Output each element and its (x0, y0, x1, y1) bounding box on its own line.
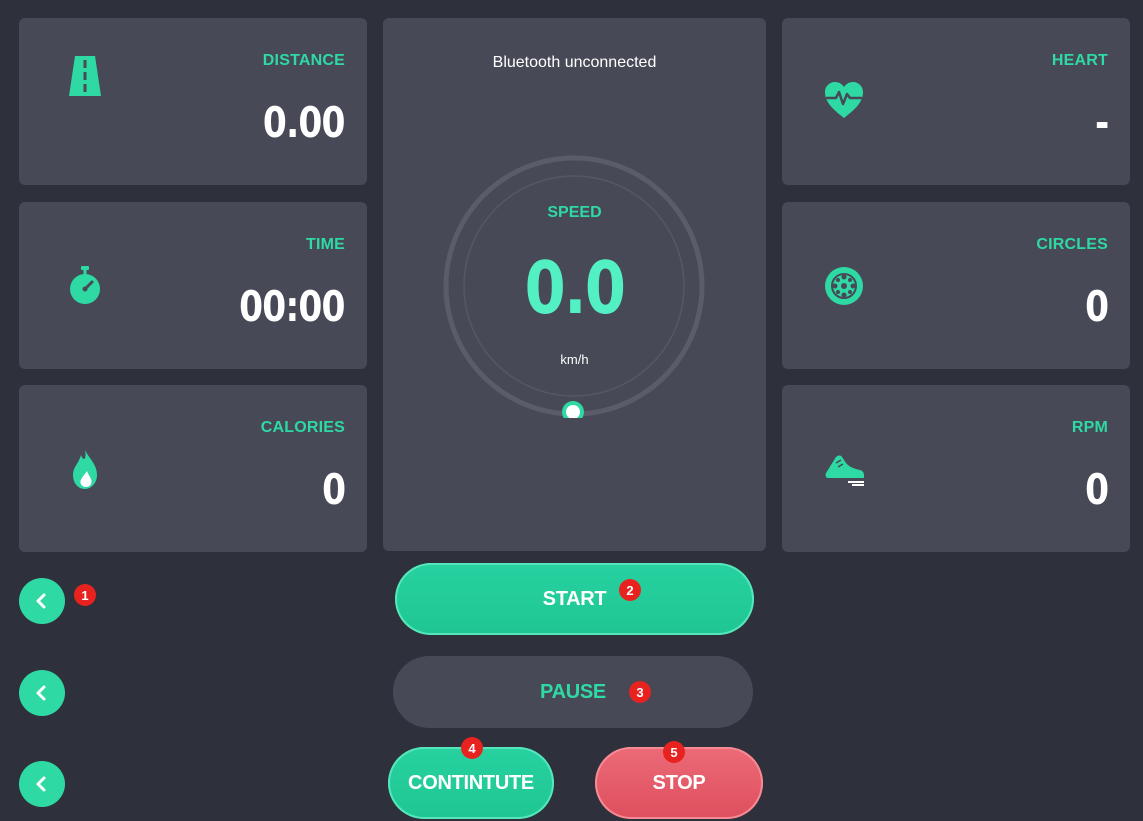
running-shoe-icon (825, 455, 864, 486)
annotation-badge-4: 4 (461, 737, 483, 759)
speed-panel: Bluetooth unconnected SPEED 0.0 km/h (383, 18, 766, 551)
wheel-icon (825, 267, 863, 305)
annotation-badge-5: 5 (663, 741, 685, 763)
start-button-label: START (542, 587, 607, 610)
pause-button[interactable]: PAUSE (393, 656, 753, 728)
stopwatch-icon (70, 266, 100, 304)
back-button-2[interactable] (19, 670, 65, 716)
rpm-card: RPM 0 (782, 385, 1130, 552)
time-value: 00:00 (239, 282, 345, 331)
back-button-3[interactable] (19, 761, 65, 807)
calories-label: CALORIES (260, 419, 345, 436)
heart-rate-icon (825, 82, 863, 118)
rpm-value: 0 (1084, 465, 1109, 514)
stop-button-label: STOP (652, 771, 706, 794)
heart-value: - (1094, 98, 1109, 147)
chevron-left-icon (36, 685, 46, 701)
time-card: TIME 00:00 (19, 202, 367, 369)
speed-unit: km/h (560, 352, 589, 367)
time-label: TIME (305, 236, 345, 253)
chevron-left-icon (36, 593, 46, 609)
chevron-left-icon (36, 776, 46, 792)
annotation-badge-2: 2 (619, 579, 641, 601)
circles-value: 0 (1084, 282, 1109, 331)
speed-label: SPEED (547, 204, 602, 221)
circles-card: CIRCLES 0 (782, 202, 1130, 369)
rpm-label: RPM (1071, 419, 1108, 436)
road-icon (69, 56, 101, 96)
annotation-badge-1: 1 (74, 584, 96, 606)
calories-card: CALORIES 0 (19, 385, 367, 552)
distance-card: DISTANCE 0.00 (19, 18, 367, 185)
pause-button-label: PAUSE (540, 680, 606, 703)
flame-icon (73, 449, 97, 489)
speed-value: 0.0 (524, 246, 626, 330)
distance-label: DISTANCE (262, 52, 345, 69)
distance-value: 0.00 (263, 98, 346, 147)
heart-label: HEART (1051, 52, 1108, 69)
heart-card: HEART - (782, 18, 1130, 185)
bluetooth-status: Bluetooth unconnected (492, 54, 657, 71)
annotation-badge-3: 3 (629, 681, 651, 703)
continue-button-label: CONTINTUTE (408, 771, 534, 794)
back-button-1[interactable] (19, 578, 65, 624)
calories-value: 0 (321, 465, 346, 514)
start-button[interactable]: START (395, 563, 754, 635)
circles-label: CIRCLES (1036, 236, 1108, 253)
